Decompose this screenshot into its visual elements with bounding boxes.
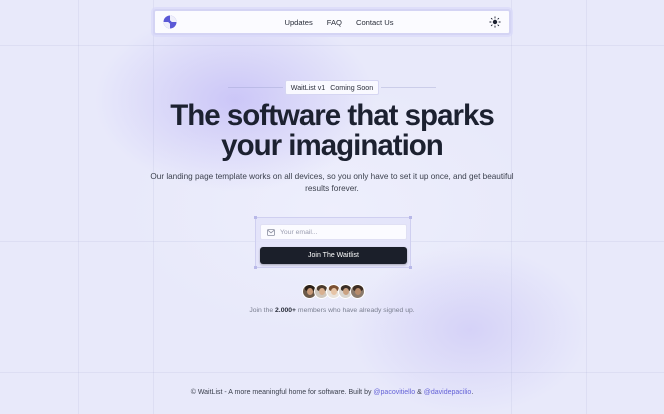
nav-link-contact-us[interactable]: Contact Us xyxy=(349,18,401,27)
release-badge: WaitList v1 Coming Soon xyxy=(285,80,379,95)
form-corner xyxy=(409,216,412,219)
grid-line xyxy=(153,0,154,414)
signup-count-text: Join the 2.000+ members who have already… xyxy=(0,307,664,314)
page-background xyxy=(0,0,664,414)
grid-line xyxy=(511,0,512,414)
headline-line-1: The software that sparks xyxy=(170,99,495,132)
nav-link-updates[interactable]: Updates xyxy=(277,18,319,27)
mail-icon xyxy=(267,228,275,236)
member-avatars xyxy=(302,284,365,299)
form-corner xyxy=(409,266,412,269)
email-field-wrapper xyxy=(260,224,407,240)
grid-line xyxy=(586,0,587,414)
hero-headline: The software that sparks your imaginatio… xyxy=(0,101,664,161)
badge-status: Coming Soon xyxy=(330,83,374,92)
sun-icon[interactable] xyxy=(489,16,501,28)
grid-line xyxy=(0,45,664,46)
top-navbar: Updates FAQ Contact Us xyxy=(153,9,511,35)
headline-line-2: your imagination xyxy=(221,129,444,162)
signup-prefix: Join the xyxy=(249,307,274,314)
signup-suffix: members who have already signed up. xyxy=(297,307,415,314)
hero-subtitle: Our landing page template works on all d… xyxy=(150,172,514,193)
form-corner xyxy=(254,266,257,269)
join-waitlist-button[interactable]: Join The Waitlist xyxy=(260,247,407,264)
avatar xyxy=(350,284,365,299)
form-corner xyxy=(254,216,257,219)
grid-line xyxy=(78,0,79,414)
waitlist-form: Join The Waitlist xyxy=(254,216,412,269)
badge-divider-left xyxy=(228,87,283,88)
badge-divider-right xyxy=(381,87,436,88)
grid-line xyxy=(0,372,664,373)
footer-joiner: & xyxy=(417,389,422,396)
nav-links: Updates FAQ Contact Us xyxy=(155,11,509,33)
page-footer: © WaitList - A more meaningful home for … xyxy=(0,389,664,396)
nav-link-faq[interactable]: FAQ xyxy=(320,18,349,27)
author-link-davidepacilio[interactable]: @davidepacilio xyxy=(424,389,472,396)
badge-name: WaitList v1 xyxy=(290,83,326,92)
author-link-pacovitiello[interactable]: @pacovitiello xyxy=(373,389,415,396)
signup-count: 2.000+ xyxy=(275,307,297,314)
footer-end: . xyxy=(471,389,474,396)
footer-text: © WaitList - A more meaningful home for … xyxy=(190,389,372,396)
email-input[interactable] xyxy=(280,228,400,236)
